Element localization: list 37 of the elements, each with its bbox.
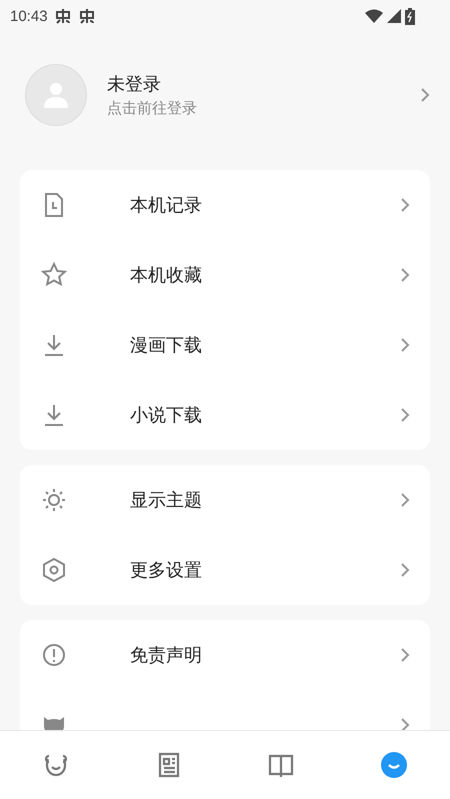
- chevron-icon: [400, 563, 410, 577]
- chevron-icon: [400, 338, 410, 352]
- chevron-icon: [400, 198, 410, 212]
- menu-item[interactable]: 本机记录: [20, 170, 430, 240]
- chevron-icon: [400, 648, 410, 662]
- menu-label: 本机记录: [130, 194, 203, 217]
- chevron-icon: [400, 493, 410, 507]
- profile-name: 未登录: [107, 73, 162, 96]
- menu-label: 免责声明: [130, 644, 203, 667]
- chevron-icon: [400, 718, 410, 730]
- menu-item[interactable]: 小说下载: [20, 380, 430, 450]
- hexagon-icon: [40, 556, 68, 584]
- chevron-icon: [400, 408, 410, 422]
- menu-item[interactable]: 显示主题: [20, 465, 430, 535]
- star-icon: [40, 261, 68, 289]
- profile-subtitle: 点击前往登录: [107, 99, 198, 118]
- menu-item[interactable]: 免责声明: [20, 620, 430, 690]
- info-icon: [40, 641, 68, 669]
- status-time: 10:43: [10, 8, 48, 24]
- menu-label: 小说下载: [130, 404, 203, 427]
- menu-item[interactable]: 漫画下载: [20, 310, 430, 380]
- menu-label: 漫画下载: [130, 334, 203, 357]
- menu-label: 本机收藏: [130, 264, 203, 287]
- battery-icon: [405, 8, 415, 24]
- menu-item[interactable]: 本机收藏: [20, 240, 430, 310]
- chevron-icon: [400, 268, 410, 282]
- notification-icon: [78, 7, 96, 25]
- notification-icon: [54, 7, 72, 25]
- menu-label: 更多设置: [130, 559, 203, 582]
- smile-icon[interactable]: [380, 751, 408, 779]
- menu-item[interactable]: 更多设置: [20, 535, 430, 605]
- menu-label: 显示主题: [130, 489, 203, 512]
- sun-icon: [40, 486, 68, 514]
- wifi-icon: [365, 9, 383, 23]
- chevron-icon: [420, 88, 430, 102]
- signal-icon: [387, 9, 401, 23]
- profile-row[interactable]: 未登录 点击前往登录: [0, 32, 450, 125]
